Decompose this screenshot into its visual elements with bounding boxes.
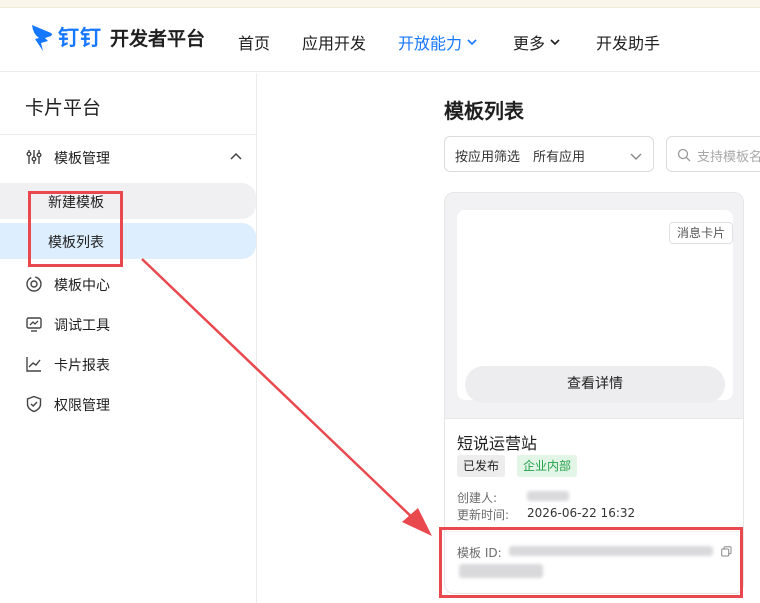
nav-more[interactable]: 更多: [513, 30, 561, 54]
shield-icon: [26, 395, 42, 413]
chevron-down-icon: [550, 39, 560, 46]
creator-redacted: [527, 491, 569, 501]
card-name: 短说运营站: [457, 434, 538, 453]
card-preview: 消息卡片 查看详情: [457, 210, 733, 403]
search-placeholder: 支持模板名: [697, 150, 760, 165]
sidebar-title: 卡片平台: [25, 97, 102, 119]
card-preview-area: 消息卡片 查看详情: [445, 193, 743, 419]
top-notice-strip: [0, 0, 760, 8]
nav-dev-assistant-label: 开发助手: [596, 34, 661, 53]
view-details-button[interactable]: 查看详情: [465, 366, 725, 403]
sidebar-item-label: 模板中心: [54, 278, 110, 294]
sidebar-item-template-center[interactable]: 模板中心: [0, 266, 256, 302]
nav-more-label: 更多: [513, 34, 546, 53]
sidebar-item-label: 权限管理: [54, 398, 110, 414]
updated-value: 2026-06-22 16:32: [527, 506, 636, 520]
annotation-box-template-id: [439, 527, 743, 598]
sidebar-item-label: 调试工具: [54, 318, 110, 334]
filter-value: 所有应用: [533, 150, 586, 165]
sidebar-item-debug-tools[interactable]: 调试工具: [0, 306, 256, 342]
sidebar-group-label: 模板管理: [54, 151, 110, 167]
logo-title: 开发者平台: [110, 27, 206, 50]
app-filter-select[interactable]: 按应用筛选 所有应用: [444, 136, 654, 172]
chevron-down-icon: [630, 153, 642, 160]
page-title: 模板列表: [444, 99, 524, 123]
sidebar-item-label: 卡片报表: [54, 358, 110, 374]
filter-label: 按应用筛选: [455, 150, 521, 165]
creator-label: 创建人:: [457, 491, 498, 505]
nav-home[interactable]: 首页: [238, 30, 270, 54]
message-card-tag: 消息卡片: [669, 222, 733, 244]
monitor-icon: [26, 317, 42, 332]
nav-open-capability-label: 开放能力: [398, 34, 463, 53]
dingtalk-logo-icon: [32, 25, 52, 51]
template-search-input[interactable]: 支持模板名: [666, 136, 760, 172]
chevron-down-icon: [467, 39, 477, 46]
sidebar-item-card-reports[interactable]: 卡片报表: [0, 346, 256, 382]
nav-open-capability[interactable]: 开放能力: [398, 30, 478, 54]
template-center-icon: [26, 276, 42, 292]
sidebar-divider: [0, 134, 256, 135]
sidebar: 卡片平台 模板管理 新建模板 模板列表 模板中心 调试工具 卡片报表 权限管理: [0, 73, 257, 603]
logo-brand: 钉钉: [58, 26, 102, 50]
logo[interactable]: 钉钉 开发者平台: [30, 22, 205, 52]
sliders-icon: [26, 150, 42, 164]
nav-app-dev-label: 应用开发: [302, 34, 367, 53]
updated-label: 更新时间:: [457, 508, 510, 522]
chevron-up-icon: [230, 152, 242, 160]
nav-home-label: 首页: [238, 34, 271, 53]
page: 钉钉 开发者平台 首页 应用开发 开放能力 更多 开发助手 卡片平台 模板管理: [0, 0, 760, 603]
annotation-box-sidebar: [28, 191, 123, 267]
scope-badge-internal: 企业内部: [517, 455, 578, 477]
sidebar-group-template-management[interactable]: 模板管理: [0, 137, 256, 177]
nav-app-dev[interactable]: 应用开发: [302, 30, 366, 54]
top-header: 钉钉 开发者平台 首页 应用开发 开放能力 更多 开发助手: [0, 8, 760, 72]
sidebar-item-permissions[interactable]: 权限管理: [0, 386, 256, 422]
chart-line-icon: [26, 357, 41, 372]
nav-dev-assistant[interactable]: 开发助手: [596, 30, 660, 54]
search-icon: [677, 148, 691, 162]
status-badge-published: 已发布: [457, 455, 506, 477]
